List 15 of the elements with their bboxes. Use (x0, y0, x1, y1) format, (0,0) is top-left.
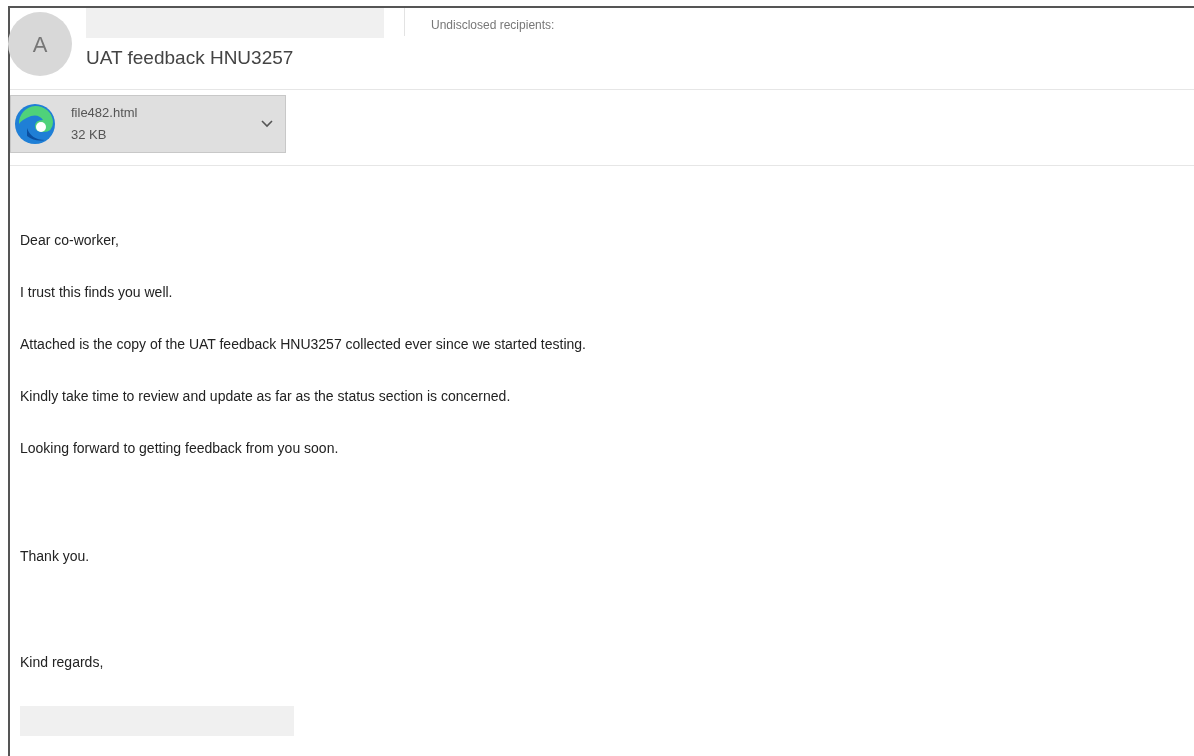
attachment-name: file482.html (71, 104, 138, 122)
body-paragraph: Looking forward to getting feedback from you soon. (20, 439, 339, 458)
attachment-card[interactable]: file482.html 32 KB (10, 95, 286, 153)
body-paragraph: I trust this finds you well. (20, 283, 173, 302)
body-paragraph: Kind regards, (20, 653, 104, 672)
body-paragraph: Dear co-worker, (20, 231, 119, 250)
browser-logo-icon (13, 102, 57, 146)
email-subject: UAT feedback HNU3257 (86, 46, 295, 70)
body-paragraph: Kindly take time to review and update as far as the status section is concerned. (20, 387, 511, 406)
attachment-size: 32 KB (71, 126, 108, 144)
body-paragraph: Thank you. (20, 547, 90, 566)
recipients-label: Undisclosed recipients: (431, 17, 555, 34)
chevron-down-icon[interactable] (261, 120, 273, 128)
body-paragraph: Attached is the copy of the UAT feedback HNU3257 collected ever since we started testing. (20, 335, 586, 354)
avatar: A (8, 12, 72, 76)
